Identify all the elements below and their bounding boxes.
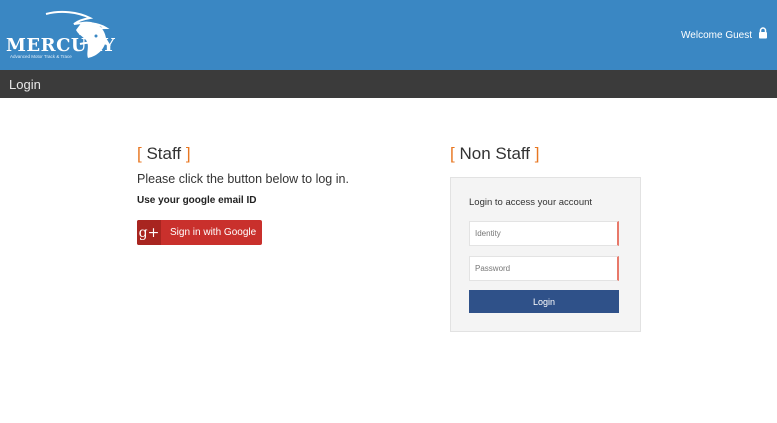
- login-form: Login to access your account Login: [450, 177, 641, 332]
- login-form-heading: Login to access your account: [469, 197, 593, 208]
- open-bracket: [: [450, 144, 455, 163]
- staff-section-title: [ Staff ]: [137, 144, 191, 164]
- close-bracket: ]: [185, 144, 191, 163]
- google-plus-icon: g+: [137, 220, 161, 245]
- staff-title-text: Staff: [146, 144, 182, 163]
- logo-wordmark: MERCURY: [6, 35, 116, 56]
- non-staff-section-title: [ Non Staff ]: [450, 144, 540, 164]
- page-title: Login: [9, 77, 41, 92]
- google-signin-label: Sign in with Google: [170, 227, 257, 238]
- lock-icon[interactable]: [758, 27, 768, 39]
- welcome-text: Welcome Guest: [681, 30, 752, 41]
- open-bracket: [: [137, 144, 142, 163]
- login-button[interactable]: Login: [469, 290, 619, 313]
- page-titlebar: Login: [0, 70, 777, 98]
- identity-input[interactable]: [469, 221, 619, 246]
- password-input[interactable]: [469, 256, 619, 281]
- mercury-logo[interactable]: MERCURY Advanced Motor Track & Trace: [6, 8, 116, 62]
- google-email-note: Use your google email ID: [137, 195, 257, 206]
- close-bracket: ]: [534, 144, 540, 163]
- logo-tagline: Advanced Motor Track & Trace: [10, 54, 72, 59]
- non-staff-title-text: Non Staff: [459, 144, 531, 163]
- app-header: MERCURY Advanced Motor Track & Trace Wel…: [0, 0, 777, 70]
- staff-instruction: Please click the button below to log in.: [137, 172, 349, 186]
- google-signin-button[interactable]: g+ Sign in with Google: [137, 220, 262, 245]
